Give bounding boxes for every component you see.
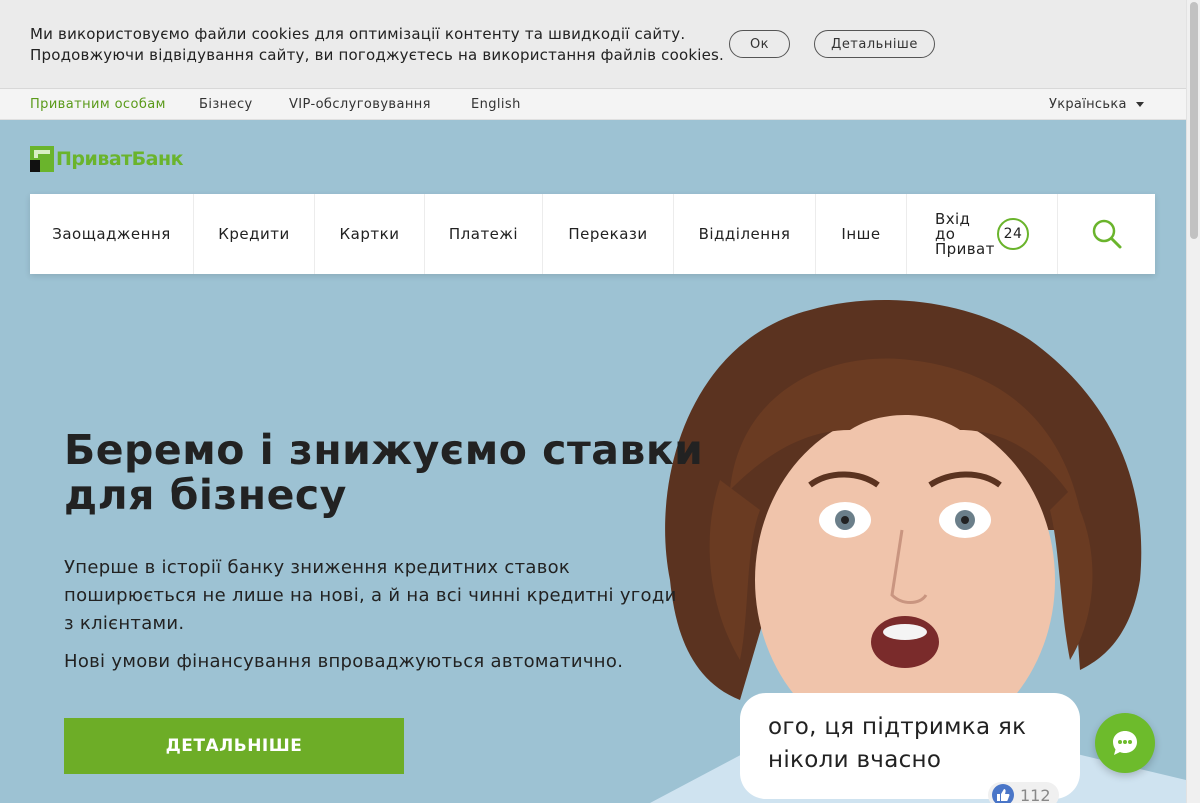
nav-english[interactable]: English: [471, 97, 521, 112]
cookie-details-button[interactable]: Детальніше: [814, 30, 935, 58]
hero-paragraph-2: Нові умови фінансування впроваджуються а…: [64, 651, 624, 672]
nav-branches[interactable]: Відділення: [674, 194, 816, 274]
chat-icon: [1113, 731, 1137, 755]
thumbs-up-icon: [992, 784, 1014, 803]
search-button[interactable]: [1058, 194, 1155, 274]
chat-bubble-line2: ніколи вчасно: [768, 747, 942, 773]
chevron-down-icon[interactable]: [1136, 102, 1144, 107]
scrollbar-thumb[interactable]: [1190, 2, 1198, 239]
page-scrollbar[interactable]: [1186, 0, 1200, 803]
hero-title-line1: Беремо і знижуємо ставки: [64, 426, 704, 474]
login-privat24[interactable]: Вхід до Приват 24: [907, 194, 1058, 274]
hero-paragraph-1: Уперше в історії банку зниження кредитни…: [64, 557, 677, 634]
chat-bubble-text: ого, ця підтримка як ніколи вчасно: [768, 711, 1052, 777]
hero-title: Беремо і знижуємо ставки для бізнесу: [64, 428, 704, 518]
logo-mark-icon: [30, 146, 54, 172]
cookie-banner: Ми використовуємо файли cookies для опти…: [0, 0, 1186, 89]
nav-payments[interactable]: Платежі: [425, 194, 543, 274]
audience-nav: Приватним особам Бізнесу VIP-обслуговува…: [0, 89, 1186, 120]
cookie-ok-button[interactable]: Ок: [729, 30, 790, 58]
login-label: Вхід до Приват: [935, 209, 995, 258]
logo-wordmark: ПриватБанк: [56, 148, 184, 170]
privat24-badge: 24: [997, 218, 1029, 250]
nav-savings[interactable]: Заощадження: [30, 194, 194, 274]
nav-transfers[interactable]: Перекази: [543, 194, 674, 274]
nav-cards[interactable]: Картки: [315, 194, 425, 274]
login-label-line2: Приват: [935, 239, 995, 258]
likes-count: 112: [1020, 785, 1051, 803]
chat-open-button[interactable]: [1095, 713, 1155, 773]
nav-credits[interactable]: Кредити: [194, 194, 315, 274]
search-icon: [1092, 219, 1121, 249]
nav-private-persons[interactable]: Приватним особам: [30, 97, 166, 112]
nav-vip[interactable]: VIP-обслуговування: [289, 97, 431, 112]
cookie-message-line1: Ми використовуємо файли cookies для опти…: [30, 25, 686, 43]
login-label-line1: Вхід до: [935, 209, 971, 243]
main-nav: Заощадження Кредити Картки Платежі Перек…: [30, 194, 1155, 274]
chat-bubble-line1: ого, ця підтримка як: [768, 714, 1027, 740]
cookie-message: Ми використовуємо файли cookies для опти…: [30, 24, 724, 66]
language-selector[interactable]: Українська: [1049, 97, 1127, 112]
hero-details-button[interactable]: ДЕТАЛЬНІШЕ: [64, 718, 404, 774]
cookie-message-line2: Продовжуючи відвідування сайту, ви погод…: [30, 46, 725, 64]
nav-other[interactable]: Інше: [816, 194, 907, 274]
nav-business[interactable]: Бізнесу: [199, 97, 253, 112]
hero-title-line2: для бізнесу: [64, 471, 347, 519]
privatbank-logo[interactable]: ПриватБанк: [30, 146, 184, 172]
likes-counter: 112: [988, 782, 1059, 803]
